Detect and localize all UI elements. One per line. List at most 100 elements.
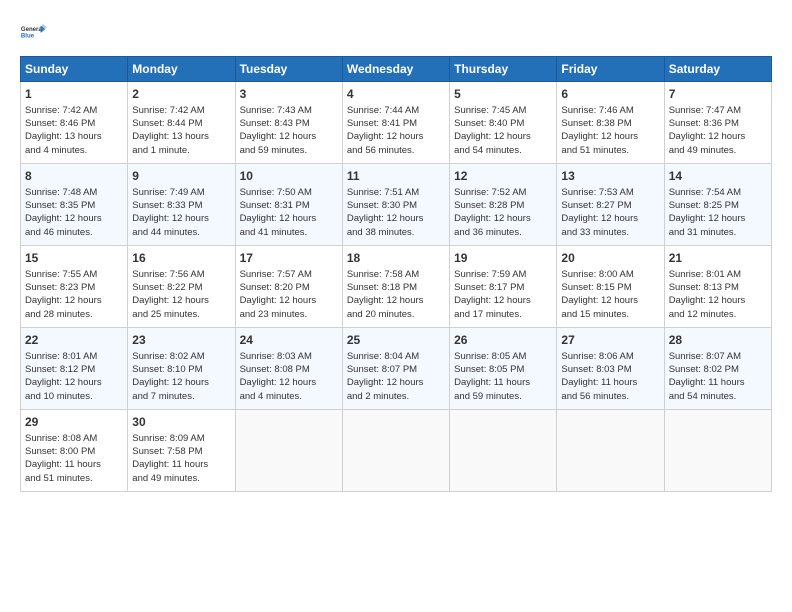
logo-icon: GeneralBlue <box>20 18 48 46</box>
day-info-line: and 12 minutes. <box>669 308 767 321</box>
day-number: 25 <box>347 332 445 349</box>
day-info-line: Sunset: 8:13 PM <box>669 281 767 294</box>
day-info-line: Sunrise: 7:46 AM <box>561 104 659 117</box>
day-number: 4 <box>347 86 445 103</box>
day-cell: 7Sunrise: 7:47 AMSunset: 8:36 PMDaylight… <box>664 82 771 164</box>
day-info-line: Daylight: 12 hours <box>132 212 230 225</box>
day-info-line: Sunrise: 8:06 AM <box>561 350 659 363</box>
day-number: 6 <box>561 86 659 103</box>
day-info-line: and 33 minutes. <box>561 226 659 239</box>
day-cell: 19Sunrise: 7:59 AMSunset: 8:17 PMDayligh… <box>450 246 557 328</box>
day-cell: 21Sunrise: 8:01 AMSunset: 8:13 PMDayligh… <box>664 246 771 328</box>
day-info-line: Sunset: 8:25 PM <box>669 199 767 212</box>
col-header-sunday: Sunday <box>21 57 128 82</box>
day-info-line: Daylight: 12 hours <box>561 212 659 225</box>
day-info-line: Sunset: 8:10 PM <box>132 363 230 376</box>
day-info-line: Sunset: 8:33 PM <box>132 199 230 212</box>
day-cell: 25Sunrise: 8:04 AMSunset: 8:07 PMDayligh… <box>342 328 449 410</box>
day-number: 16 <box>132 250 230 267</box>
week-row-2: 8Sunrise: 7:48 AMSunset: 8:35 PMDaylight… <box>21 164 772 246</box>
day-number: 22 <box>25 332 123 349</box>
day-info-line: Daylight: 11 hours <box>669 376 767 389</box>
day-info-line: Sunset: 8:27 PM <box>561 199 659 212</box>
day-info-line: Sunrise: 8:08 AM <box>25 432 123 445</box>
day-number: 1 <box>25 86 123 103</box>
week-row-5: 29Sunrise: 8:08 AMSunset: 8:00 PMDayligh… <box>21 410 772 492</box>
day-info-line: Daylight: 11 hours <box>561 376 659 389</box>
day-info-line: and 56 minutes. <box>561 390 659 403</box>
day-info-line: Daylight: 12 hours <box>454 294 552 307</box>
day-info-line: and 51 minutes. <box>561 144 659 157</box>
day-info-line: Daylight: 12 hours <box>25 376 123 389</box>
day-info-line: Daylight: 13 hours <box>132 130 230 143</box>
day-info-line: Sunset: 8:20 PM <box>240 281 338 294</box>
day-info-line: Daylight: 12 hours <box>132 376 230 389</box>
day-cell: 24Sunrise: 8:03 AMSunset: 8:08 PMDayligh… <box>235 328 342 410</box>
day-info-line: Sunrise: 7:58 AM <box>347 268 445 281</box>
day-info-line: and 56 minutes. <box>347 144 445 157</box>
day-number: 29 <box>25 414 123 431</box>
day-info-line: and 7 minutes. <box>132 390 230 403</box>
day-info-line: Sunset: 8:15 PM <box>561 281 659 294</box>
day-cell: 14Sunrise: 7:54 AMSunset: 8:25 PMDayligh… <box>664 164 771 246</box>
day-info-line: Daylight: 12 hours <box>240 130 338 143</box>
day-info-line: and 4 minutes. <box>25 144 123 157</box>
day-number: 9 <box>132 168 230 185</box>
day-info-line: Sunset: 8:22 PM <box>132 281 230 294</box>
day-info-line: Sunrise: 7:48 AM <box>25 186 123 199</box>
day-number: 28 <box>669 332 767 349</box>
day-info-line: Daylight: 11 hours <box>132 458 230 471</box>
day-info-line: Sunrise: 8:02 AM <box>132 350 230 363</box>
day-number: 20 <box>561 250 659 267</box>
day-number: 26 <box>454 332 552 349</box>
day-number: 21 <box>669 250 767 267</box>
day-info-line: Sunset: 8:40 PM <box>454 117 552 130</box>
day-info-line: Daylight: 12 hours <box>669 294 767 307</box>
day-cell: 20Sunrise: 8:00 AMSunset: 8:15 PMDayligh… <box>557 246 664 328</box>
day-info-line: Daylight: 12 hours <box>240 212 338 225</box>
col-header-tuesday: Tuesday <box>235 57 342 82</box>
day-number: 18 <box>347 250 445 267</box>
week-row-4: 22Sunrise: 8:01 AMSunset: 8:12 PMDayligh… <box>21 328 772 410</box>
day-info-line: and 41 minutes. <box>240 226 338 239</box>
col-header-monday: Monday <box>128 57 235 82</box>
col-header-friday: Friday <box>557 57 664 82</box>
day-info-line: and 17 minutes. <box>454 308 552 321</box>
day-number: 24 <box>240 332 338 349</box>
col-header-wednesday: Wednesday <box>342 57 449 82</box>
day-info-line: and 46 minutes. <box>25 226 123 239</box>
day-cell: 13Sunrise: 7:53 AMSunset: 8:27 PMDayligh… <box>557 164 664 246</box>
day-cell <box>557 410 664 492</box>
day-info-line: Sunset: 8:12 PM <box>25 363 123 376</box>
day-info-line: and 28 minutes. <box>25 308 123 321</box>
calendar-header: SundayMondayTuesdayWednesdayThursdayFrid… <box>21 57 772 82</box>
day-number: 23 <box>132 332 230 349</box>
day-info-line: Sunrise: 8:03 AM <box>240 350 338 363</box>
day-info-line: Daylight: 12 hours <box>454 212 552 225</box>
day-info-line: Sunset: 8:38 PM <box>561 117 659 130</box>
page: GeneralBlue SundayMondayTuesdayWednesday… <box>0 0 792 502</box>
day-info-line: Sunrise: 7:42 AM <box>25 104 123 117</box>
day-info-line: Sunrise: 8:05 AM <box>454 350 552 363</box>
day-info-line: and 38 minutes. <box>347 226 445 239</box>
calendar-body: 1Sunrise: 7:42 AMSunset: 8:46 PMDaylight… <box>21 82 772 492</box>
day-info-line: Sunrise: 7:54 AM <box>669 186 767 199</box>
day-cell: 1Sunrise: 7:42 AMSunset: 8:46 PMDaylight… <box>21 82 128 164</box>
day-info-line: and 44 minutes. <box>132 226 230 239</box>
day-info-line: Sunset: 8:35 PM <box>25 199 123 212</box>
day-info-line: Sunset: 8:28 PM <box>454 199 552 212</box>
day-info-line: Sunset: 7:58 PM <box>132 445 230 458</box>
day-cell: 4Sunrise: 7:44 AMSunset: 8:41 PMDaylight… <box>342 82 449 164</box>
day-info-line: Daylight: 12 hours <box>347 294 445 307</box>
day-cell: 15Sunrise: 7:55 AMSunset: 8:23 PMDayligh… <box>21 246 128 328</box>
day-info-line: Sunrise: 8:00 AM <box>561 268 659 281</box>
day-info-line: Sunset: 8:30 PM <box>347 199 445 212</box>
day-cell: 22Sunrise: 8:01 AMSunset: 8:12 PMDayligh… <box>21 328 128 410</box>
day-info-line: Daylight: 12 hours <box>561 294 659 307</box>
day-info-line: and 49 minutes. <box>669 144 767 157</box>
day-info-line: and 2 minutes. <box>347 390 445 403</box>
day-number: 2 <box>132 86 230 103</box>
day-info-line: Daylight: 12 hours <box>454 130 552 143</box>
day-number: 19 <box>454 250 552 267</box>
day-number: 15 <box>25 250 123 267</box>
